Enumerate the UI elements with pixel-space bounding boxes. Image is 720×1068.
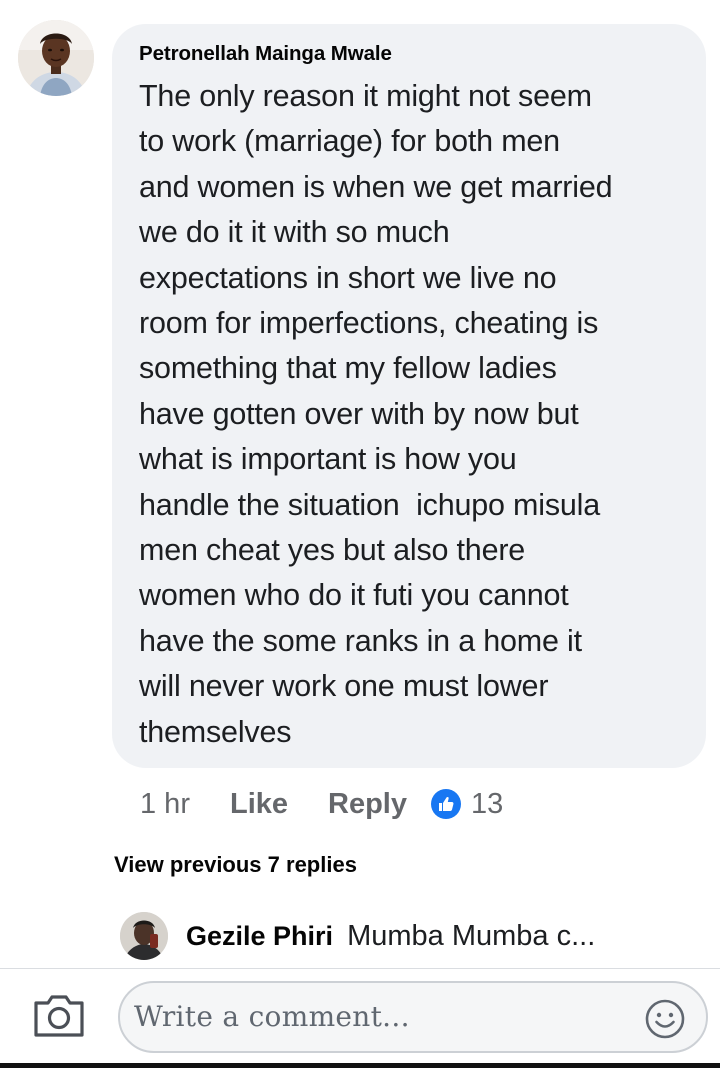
latest-reply[interactable]: Gezile Phiri Mumba Mumba c... [120, 908, 595, 964]
comment-line: expectations in short we live no [139, 260, 557, 295]
reply-author[interactable]: Gezile Phiri [186, 921, 333, 952]
comment-thread: Petronellah Mainga Mwale The only reason… [0, 0, 720, 1068]
comment-line: we do it it with so much [139, 215, 450, 250]
comment-line: themselves [139, 714, 292, 749]
comment-line: handle the situation ichupo misula [139, 487, 600, 522]
comment-bubble[interactable]: Petronellah Mainga Mwale The only reason… [112, 24, 706, 768]
comment-line: have the some ranks in a home it [139, 623, 582, 658]
emoji-icon[interactable] [644, 998, 686, 1040]
bottom-edge-bar [0, 1063, 720, 1068]
reply-snippet: Mumba Mumba c... [347, 919, 596, 952]
comment-author[interactable]: Petronellah Mainga Mwale [139, 42, 684, 66]
comment-line: something that my fellow ladies [139, 351, 557, 386]
avatar[interactable] [18, 20, 94, 96]
comment-line: have gotten over with by now but [139, 396, 579, 431]
comment-line: will never work one must lower [139, 669, 549, 704]
view-previous-replies-link[interactable]: View previous 7 replies [114, 852, 357, 878]
comment-line: men cheat yes but also there [139, 533, 526, 568]
like-button[interactable]: Like [230, 788, 288, 821]
reply-button[interactable]: Reply [328, 788, 407, 821]
reaction-count[interactable]: 13 [471, 788, 503, 821]
comment-line: room for imperfections, cheating is [139, 306, 599, 341]
comment-composer: Write a comment... [0, 969, 720, 1068]
comment-text: The only reason it might not seem to wor… [139, 74, 684, 755]
camera-icon[interactable] [32, 993, 86, 1039]
comment-line: to work (marriage) for both men [139, 124, 560, 159]
comment-line: women who do it futi you cannot [139, 578, 569, 613]
comment-timestamp[interactable]: 1 hr [140, 788, 190, 821]
avatar[interactable] [120, 912, 168, 960]
comment-line: The only reason it might not seem [139, 79, 592, 113]
comment-input-placeholder: Write a comment... [134, 1000, 410, 1033]
comment-line: and women is when we get married [139, 169, 613, 204]
thumbs-up-icon[interactable] [431, 789, 461, 819]
comment-input[interactable]: Write a comment... [118, 981, 708, 1053]
comment-line: what is important is how you [139, 442, 517, 477]
comment-actions: 1 hr Like Reply 13 [140, 783, 503, 825]
